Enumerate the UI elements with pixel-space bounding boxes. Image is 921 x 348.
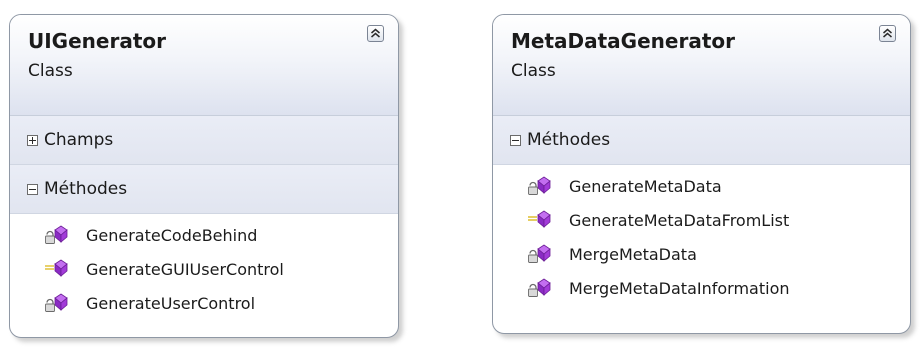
private-method-icon [45, 225, 68, 244]
class-header: MetaDataGenerator Class [493, 15, 910, 116]
expand-icon[interactable] [27, 134, 38, 146]
class-shape-uigenerator[interactable]: UIGenerator Class Champs Méthodes Genera… [9, 14, 399, 338]
member-name: GenerateGUIUserControl [86, 259, 284, 279]
class-kind: Class [511, 61, 556, 81]
member-name: GenerateCodeBehind [86, 225, 258, 245]
private-method-icon [528, 244, 551, 263]
class-name: UIGenerator [28, 29, 166, 53]
member-name: MergeMetaData [569, 244, 697, 264]
member-row[interactable]: MergeMetaData [493, 237, 910, 271]
compartment-methodes[interactable]: Méthodes [10, 165, 398, 214]
private-method-icon [528, 176, 551, 195]
compartment-label: Méthodes [527, 130, 611, 150]
member-row[interactable]: MergeMetaDataInformation [493, 271, 910, 305]
internal-method-icon [528, 210, 551, 228]
member-list: GenerateMetaData GenerateMetaDataFromLis… [493, 165, 910, 305]
member-row[interactable]: GenerateGUIUserControl [10, 252, 398, 286]
internal-method-icon [45, 259, 68, 277]
compartment-methodes[interactable]: Méthodes [493, 116, 910, 165]
member-list: GenerateCodeBehind GenerateGUIUserContro… [10, 214, 398, 320]
member-name: MergeMetaDataInformation [569, 278, 790, 298]
class-kind: Class [28, 61, 73, 81]
member-row[interactable]: GenerateMetaData [493, 169, 910, 203]
compartment-label: Méthodes [44, 179, 128, 199]
class-diagram: UIGenerator Class Champs Méthodes Genera… [0, 0, 921, 348]
compartment-champs[interactable]: Champs [10, 116, 398, 165]
class-header: UIGenerator Class [10, 15, 398, 116]
member-name: GenerateMetaDataFromList [569, 210, 790, 230]
collapse-icon[interactable] [27, 183, 38, 195]
private-method-icon [528, 278, 551, 297]
collapse-icon[interactable] [510, 134, 521, 146]
member-row[interactable]: GenerateUserControl [10, 286, 398, 320]
class-shape-metadatagenerator[interactable]: MetaDataGenerator Class Méthodes Generat… [492, 14, 911, 334]
collapse-button[interactable] [879, 25, 896, 42]
double-chevron-up-icon [371, 28, 380, 38]
member-row[interactable]: GenerateMetaDataFromList [493, 203, 910, 237]
member-row[interactable]: GenerateCodeBehind [10, 218, 398, 252]
collapse-button[interactable] [367, 25, 384, 42]
member-name: GenerateUserControl [86, 293, 256, 313]
double-chevron-up-icon [883, 28, 892, 38]
private-method-icon [45, 293, 68, 312]
compartment-label: Champs [44, 130, 114, 150]
member-name: GenerateMetaData [569, 176, 722, 196]
class-name: MetaDataGenerator [511, 29, 735, 53]
